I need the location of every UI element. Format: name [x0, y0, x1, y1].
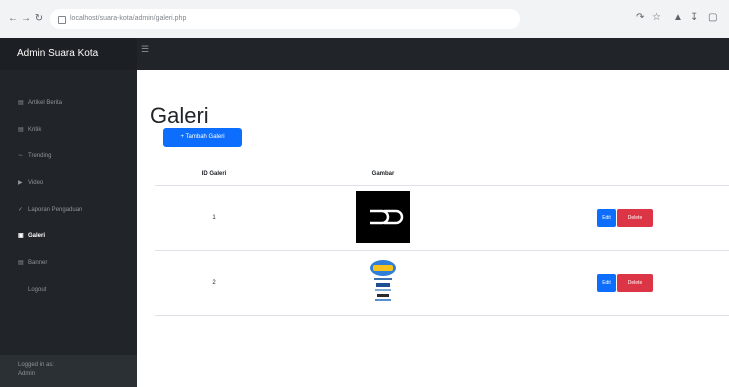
banner-icon: ▤ — [18, 260, 24, 266]
sidebar-item-label: Kritik — [28, 127, 42, 133]
sidebar-item-label: Artikel Berita — [28, 100, 63, 106]
edit-button[interactable]: Edit — [597, 209, 616, 227]
reload-icon[interactable]: ↻ — [34, 14, 44, 24]
actions-cell: Edit Delete — [493, 250, 729, 316]
lock-icon — [58, 16, 66, 24]
top-navbar — [137, 38, 729, 70]
column-header-id: ID Galeri — [155, 163, 273, 186]
delete-button[interactable]: Delete — [617, 274, 653, 292]
gallery-image-cell — [273, 250, 493, 316]
download-icon[interactable]: ↧ — [690, 13, 698, 23]
sidebar-icon[interactable]: ▢ — [708, 13, 717, 23]
gallery-id-cell: 1 — [155, 185, 273, 251]
sidebar-footer: Logged in as: Admin — [0, 355, 137, 387]
sidebar-item-label: Trending — [28, 153, 52, 159]
sidebar-item-trending[interactable]: ∼ Trending — [0, 148, 137, 164]
forward-icon[interactable]: → — [21, 14, 31, 24]
comment-icon: ▤ — [18, 127, 24, 133]
url-text: localhost/suara-kota/admin/galeri.php — [70, 15, 187, 22]
sidebar-item-kritik[interactable]: ▤ Kritik — [0, 122, 137, 138]
sidebar-item-logout[interactable]: Logout — [0, 282, 137, 298]
column-header-actions — [493, 163, 729, 186]
sidebar-item-artikel-berita[interactable]: ▤ Artikel Berita — [0, 95, 137, 111]
footer-caption: Logged in as: — [18, 362, 55, 368]
sidebar-item-banner[interactable]: ▤ Banner — [0, 255, 137, 271]
gallery-id-cell: 2 — [155, 250, 273, 316]
video-icon: ▶ — [18, 180, 23, 186]
report-icon: ✓ — [18, 207, 24, 213]
sidebar-item-label: Logout — [28, 287, 47, 293]
sidebar-item-laporan-pengaduan[interactable]: ✓ Laporan Pengaduan — [0, 202, 137, 218]
trend-icon: ∼ — [18, 153, 24, 159]
star-icon[interactable]: ☆ — [652, 13, 661, 23]
browser-toolbar: ← → ↻ localhost/suara-kota/admin/galeri.… — [0, 0, 729, 39]
sidebar-item-label: Galeri — [28, 233, 46, 239]
address-bar[interactable]: localhost/suara-kota/admin/galeri.php — [50, 9, 520, 29]
sidebar-item-video[interactable]: ▶ Video — [0, 175, 137, 191]
back-icon[interactable]: ← — [8, 14, 18, 24]
image-icon: ▣ — [18, 233, 24, 239]
gallery-thumbnail-black-logo — [356, 191, 410, 243]
sidebar-item-galeri[interactable]: ▣ Galeri — [0, 228, 137, 244]
brand-title[interactable]: Admin Suara Kota — [0, 38, 137, 70]
gallery-table: ID Galeri Gambar 1 Edit Delete 2 Edit De… — [155, 163, 729, 316]
sidebar-item-label: Banner — [28, 260, 48, 266]
sidebar-item-label: Laporan Pengaduan — [28, 207, 83, 213]
table-row: 1 Edit Delete — [155, 185, 729, 251]
menu-toggle-icon[interactable]: ☰ — [141, 44, 149, 55]
gallery-image-cell — [273, 185, 493, 251]
sidebar-item-label: Video — [28, 180, 44, 186]
actions-cell: Edit Delete — [493, 185, 729, 251]
edit-button[interactable]: Edit — [597, 274, 616, 292]
newspaper-icon: ▤ — [18, 100, 24, 106]
table-header-row: ID Galeri Gambar — [155, 163, 729, 186]
table-row: 2 Edit Delete — [155, 250, 729, 316]
extension-icon[interactable]: ▲ — [673, 13, 683, 23]
gallery-thumbnail-colorful-poster — [356, 256, 410, 308]
column-header-image: Gambar — [273, 163, 493, 186]
page-title: Galeri — [150, 102, 209, 128]
delete-button[interactable]: Delete — [617, 209, 653, 227]
share-icon[interactable]: ↷ — [636, 13, 644, 23]
add-gallery-button[interactable]: + Tambah Galeri — [163, 128, 242, 147]
footer-username: Admin — [18, 371, 36, 377]
